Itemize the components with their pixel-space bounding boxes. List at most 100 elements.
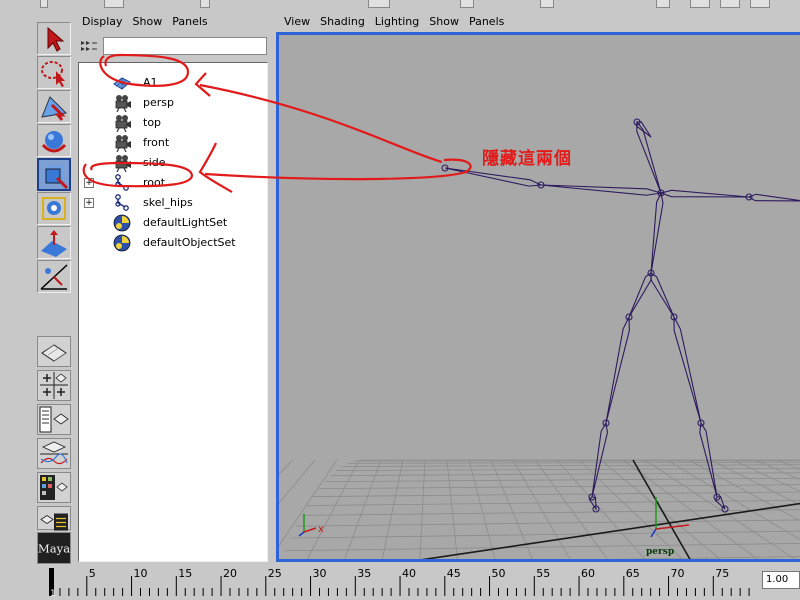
grid-line <box>279 459 294 475</box>
status-line-button[interactable] <box>104 0 124 8</box>
outliner-menubar: Display Show Panels <box>76 12 270 30</box>
skeleton-bone[interactable] <box>444 167 544 187</box>
grid-line <box>341 464 800 467</box>
persp-viewport[interactable]: x persp <box>276 32 800 562</box>
outliner-item-label: top <box>143 116 162 129</box>
skeleton-bone[interactable] <box>636 120 662 194</box>
time-tick-label: 10 <box>134 567 148 580</box>
skeleton-bone[interactable] <box>747 193 800 202</box>
viewport-menu-shading[interactable]: Shading <box>320 15 365 28</box>
outliner-panel: Display Show Panels A1 persp top front side +… <box>76 12 270 564</box>
status-line-button[interactable] <box>368 0 390 8</box>
outliner-menu-panels[interactable]: Panels <box>172 15 207 28</box>
outliner-item-label: persp <box>143 96 174 109</box>
maya-logo: Maya <box>37 532 71 564</box>
status-line-button[interactable] <box>40 0 48 8</box>
outliner-item-top[interactable]: top <box>79 113 265 133</box>
outliner-search-input[interactable] <box>103 37 267 55</box>
grid-line <box>324 477 800 483</box>
time-tick-label: 30 <box>313 567 327 580</box>
skeleton-bone[interactable] <box>628 271 652 318</box>
outliner-item-front[interactable]: front <box>79 133 265 153</box>
viewport-menu-lighting[interactable]: Lighting <box>375 15 419 28</box>
expand-toggle-icon[interactable]: + <box>84 198 94 208</box>
time-tick-label: 55 <box>536 567 550 580</box>
skeleton-bone[interactable] <box>540 184 662 196</box>
viewport-menu-panels[interactable]: Panels <box>469 15 504 28</box>
scale-tool-icon <box>45 166 69 190</box>
outliner-item-label: skel_hips <box>143 196 193 209</box>
outliner-item-persp[interactable]: persp <box>79 93 265 113</box>
rotate-tool-button[interactable] <box>37 124 71 157</box>
outliner-item-label: side <box>143 156 166 169</box>
outliner-item-skel_hips[interactable]: + skel_hips <box>79 193 265 213</box>
outliner-item-side[interactable]: side <box>79 153 265 173</box>
current-time-field[interactable]: 1.00 <box>762 571 800 589</box>
outliner-layout-button[interactable] <box>37 506 71 531</box>
time-tick-label: 25 <box>268 567 282 580</box>
soft-modify-button[interactable] <box>37 226 71 259</box>
grid-line <box>776 459 800 470</box>
outliner-menu-show[interactable]: Show <box>133 15 163 28</box>
skeleton-bone[interactable] <box>650 191 664 274</box>
outliner-menu-display[interactable]: Display <box>82 15 123 28</box>
grid-line <box>613 556 800 559</box>
skeleton-bone[interactable] <box>659 189 750 198</box>
camera-icon <box>112 94 132 112</box>
select-tool-button[interactable] <box>37 22 71 55</box>
lasso-tool-button[interactable] <box>37 56 71 89</box>
camera-name-label: persp <box>646 547 674 557</box>
skeleton-bone[interactable] <box>650 271 675 318</box>
skeleton-bone[interactable] <box>605 316 630 424</box>
time-slider-bar: 5 10 15 20 25 30 35 40 45 50 55 60 65 70 75 1 1.00 <box>0 566 800 600</box>
four-pane-layout-button[interactable] <box>37 370 71 401</box>
time-slider-ruler[interactable]: 5 10 15 20 25 30 35 40 45 50 55 60 65 70 75 1 <box>38 566 758 598</box>
universal-manipulator-icon <box>42 197 66 220</box>
expand-toggle-icon[interactable]: + <box>84 178 94 188</box>
grid-line <box>279 459 316 504</box>
time-tick-label: 65 <box>626 567 640 580</box>
status-line-button[interactable] <box>460 0 474 8</box>
scale-tool-button[interactable] <box>37 158 71 191</box>
move-tool-button[interactable] <box>37 90 71 123</box>
outliner-item-defaultobjectset[interactable]: defaultObjectSet <box>79 233 265 253</box>
camera-icon <box>112 154 132 172</box>
grid-line <box>330 472 800 477</box>
filter-arrows-icon[interactable] <box>80 39 98 53</box>
status-line-button[interactable] <box>690 0 710 8</box>
universal-manipulator-button[interactable] <box>37 192 71 225</box>
grid-line <box>279 459 338 547</box>
outliner-persp-layout-button[interactable] <box>37 404 71 435</box>
four-pane-layout-icon <box>40 372 68 399</box>
outliner-item-label: root <box>143 176 166 189</box>
status-line-button[interactable] <box>750 0 770 8</box>
viewport-canvas[interactable]: x persp <box>279 35 800 562</box>
status-line-button[interactable] <box>656 0 670 8</box>
single-pane-layout-button[interactable] <box>37 336 71 367</box>
outliner-persp-layout-icon <box>39 406 69 433</box>
show-manipulator-icon <box>40 264 68 290</box>
outliner-item-root[interactable]: + root <box>79 173 265 193</box>
status-line-button[interactable] <box>540 0 554 8</box>
skeleton-bone[interactable] <box>673 316 702 424</box>
outliner-item-defaultlightset[interactable]: defaultLightSet <box>79 213 265 233</box>
joint-icon <box>112 174 132 192</box>
grid-line <box>754 459 800 481</box>
axis-x-label: x <box>318 524 324 535</box>
ground-grid <box>279 459 800 559</box>
status-line-button[interactable] <box>200 0 210 8</box>
status-line-button[interactable] <box>720 0 740 8</box>
viewport-panel: View Shading Lighting Show Panels x pers… <box>276 12 800 564</box>
hypershade-layout-button[interactable] <box>37 472 71 503</box>
outliner-list: A1 persp top front side + root + skel_hipsdefaul… <box>78 62 268 562</box>
graph-persp-layout-button[interactable] <box>37 438 71 469</box>
time-tick-label: 70 <box>671 567 685 580</box>
outliner-item-label: A1 <box>143 76 158 89</box>
grid-line <box>284 542 800 552</box>
grid-line <box>353 460 800 462</box>
viewport-menu-view[interactable]: View <box>284 15 310 28</box>
outliner-item-a1[interactable]: A1 <box>79 73 265 93</box>
time-slider[interactable]: 5 10 15 20 25 30 35 40 45 50 55 60 65 70 75 1 <box>38 566 758 598</box>
viewport-menu-show[interactable]: Show <box>429 15 459 28</box>
show-manipulator-button[interactable] <box>37 260 71 293</box>
